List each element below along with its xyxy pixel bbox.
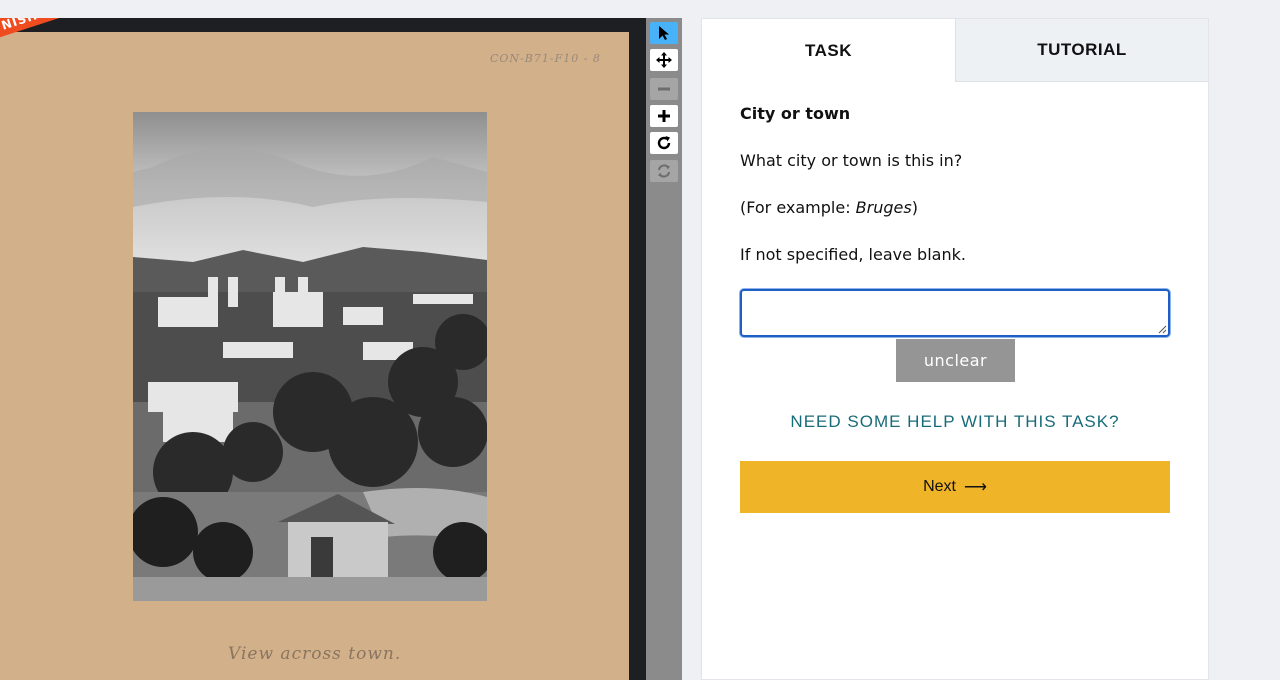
- select-tool-button[interactable]: [650, 22, 678, 44]
- task-question-text: What city or town is this in?: [740, 151, 963, 170]
- task-example: (For example: Bruges): [740, 198, 918, 217]
- viewer-toolbar: [646, 18, 682, 680]
- task-instruction: If not specified, leave blank.: [740, 245, 966, 264]
- move-arrows-icon: [656, 52, 672, 68]
- reset-view-button[interactable]: [650, 160, 678, 182]
- task-panel: TASK TUTORIAL City or town What city or …: [701, 18, 1209, 680]
- next-label: Next: [923, 478, 956, 495]
- subject-photo[interactable]: [133, 112, 487, 601]
- task-tabs: TASK TUTORIAL: [702, 19, 1208, 82]
- subject-viewer[interactable]: CON-B71-F10 - 8 View across town.: [0, 18, 646, 680]
- example-value: Bruges: [855, 198, 912, 217]
- pan-tool-button[interactable]: [650, 49, 678, 71]
- cursor-arrow-icon: [659, 26, 669, 40]
- handwritten-caption: View across town.: [228, 644, 402, 664]
- reset-icon: [658, 164, 670, 178]
- town-photo-image: [133, 112, 487, 601]
- zoom-in-button[interactable]: [650, 105, 678, 127]
- rotate-icon: [657, 136, 671, 150]
- resize-grip-icon[interactable]: [1157, 324, 1167, 334]
- arrow-right-icon: ⟶: [963, 479, 987, 496]
- city-answer-input[interactable]: [740, 289, 1170, 337]
- plus-icon: [658, 110, 670, 122]
- photo-mount: CON-B71-F10 - 8 View across town.: [0, 32, 629, 680]
- rotate-button[interactable]: [650, 132, 678, 154]
- task-title: City or town: [740, 104, 851, 123]
- unclear-button[interactable]: unclear: [896, 339, 1015, 382]
- help-link[interactable]: NEED SOME HELP WITH THIS TASK?: [740, 412, 1170, 432]
- next-button[interactable]: Next ⟶: [740, 461, 1170, 513]
- tab-task[interactable]: TASK: [702, 19, 955, 82]
- tab-tutorial[interactable]: TUTORIAL: [955, 19, 1208, 82]
- example-suffix: ): [911, 198, 918, 217]
- minus-icon: [658, 87, 670, 91]
- example-prefix: (For example:: [740, 198, 856, 217]
- zoom-out-button[interactable]: [650, 78, 678, 100]
- catalog-id: CON-B71-F10 - 8: [490, 52, 601, 65]
